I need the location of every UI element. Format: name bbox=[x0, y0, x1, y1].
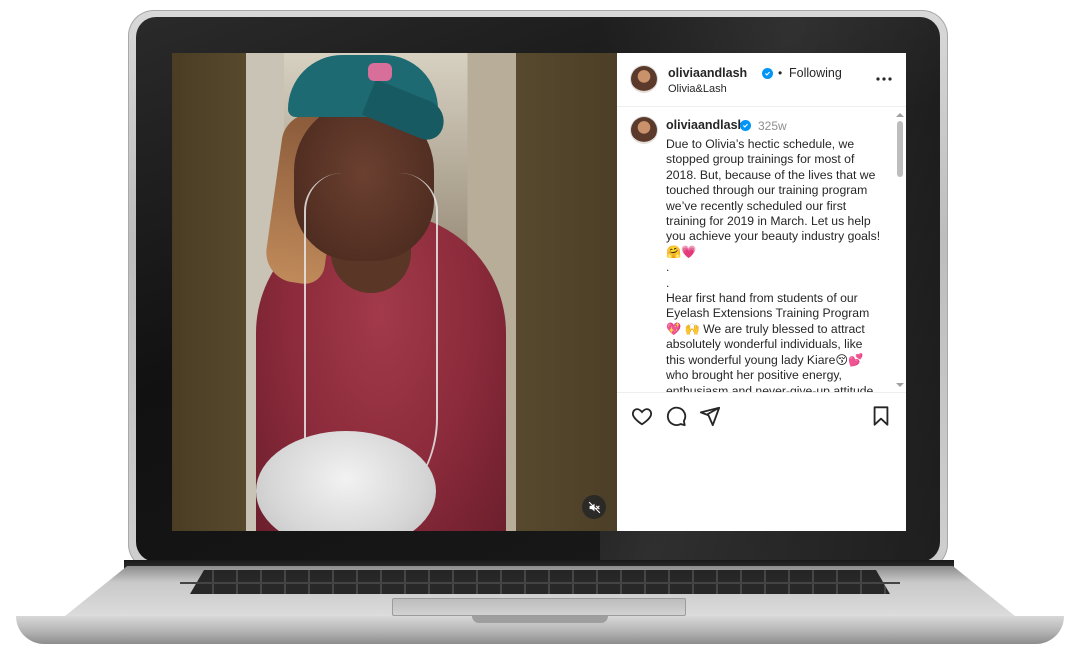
following-button[interactable]: Following bbox=[789, 66, 842, 80]
post-time[interactable]: 325w bbox=[758, 119, 787, 133]
keyboard-row bbox=[180, 582, 900, 584]
bookmark-icon[interactable] bbox=[870, 405, 892, 427]
header-subtitle[interactable]: Olivia&Lash bbox=[668, 83, 727, 95]
cap-logo bbox=[368, 63, 392, 81]
comment-icon[interactable] bbox=[665, 405, 687, 427]
verified-icon bbox=[740, 120, 751, 131]
video-frame[interactable] bbox=[246, 53, 516, 531]
speaker-muted-icon bbox=[588, 501, 600, 513]
scroll-down-icon[interactable] bbox=[896, 381, 904, 389]
caption-avatar[interactable] bbox=[631, 117, 657, 143]
scroll-thumb[interactable] bbox=[897, 121, 903, 177]
laptop-screen: oliviaandlash • Following Olivia&Lash ol… bbox=[172, 53, 906, 531]
caption-scrollbar[interactable] bbox=[894, 107, 906, 392]
laptop-trackpad bbox=[392, 598, 686, 616]
caption-username[interactable]: oliviaandlash bbox=[666, 118, 745, 132]
header-username[interactable]: oliviaandlash bbox=[668, 66, 747, 80]
more-icon bbox=[876, 77, 892, 81]
separator-dot: • bbox=[778, 66, 783, 80]
avatar[interactable] bbox=[631, 66, 657, 92]
caption-text: Due to Olivia’s hectic schedule, we stop… bbox=[666, 137, 881, 392]
laptop-notch bbox=[472, 616, 608, 623]
scroll-up-icon[interactable] bbox=[896, 111, 904, 119]
video-player[interactable] bbox=[172, 53, 617, 531]
more-options-button[interactable] bbox=[875, 70, 893, 88]
verified-icon bbox=[762, 68, 773, 79]
caption-area[interactable]: oliviaandlash 325w Due to Olivia’s hecti… bbox=[617, 107, 906, 392]
heart-icon[interactable] bbox=[631, 405, 653, 427]
share-icon[interactable] bbox=[699, 405, 721, 427]
action-bar bbox=[617, 392, 906, 433]
post-panel: oliviaandlash • Following Olivia&Lash ol… bbox=[617, 53, 906, 531]
post-header: oliviaandlash • Following Olivia&Lash bbox=[617, 53, 906, 107]
mute-toggle-button[interactable] bbox=[582, 495, 606, 519]
